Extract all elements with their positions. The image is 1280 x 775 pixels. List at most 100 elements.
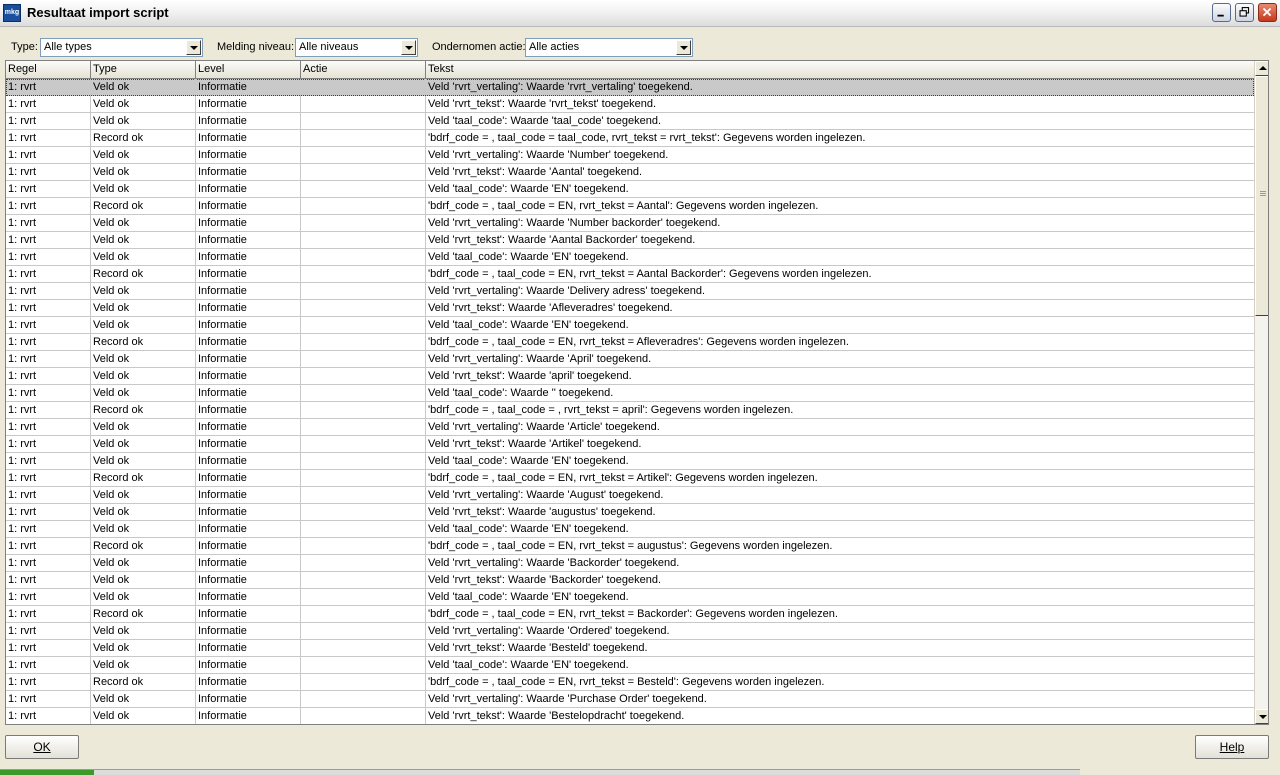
cell-regel: 1: rvrt — [6, 402, 91, 418]
actie-filter-select[interactable]: Alle acties — [525, 38, 693, 57]
cell-level: Informatie — [196, 368, 301, 384]
column-header-regel[interactable]: Regel — [6, 61, 91, 78]
cell-regel: 1: rvrt — [6, 606, 91, 622]
cell-tekst: Veld 'rvrt_vertaling': Waarde 'Number ba… — [428, 217, 721, 229]
cell-level: Informatie — [196, 385, 301, 401]
table-row[interactable]: 1: rvrt Record ok Informatie 'bdrf_code = ,… — [6, 674, 1254, 691]
table-row[interactable]: 1: rvrt Veld ok Informatie Veld 'rvrt_tekst… — [6, 164, 1254, 181]
ok-button[interactable]: OK — [5, 735, 79, 759]
cell-actie — [301, 385, 426, 401]
table-row[interactable]: 1: rvrt Veld ok Informatie Veld 'rvrt_tekst… — [6, 572, 1254, 589]
cell-actie — [301, 198, 426, 214]
type-filter-select[interactable]: Alle types — [40, 38, 203, 57]
cell-level: Informatie — [196, 555, 301, 571]
cell-regel: 1: rvrt — [6, 691, 91, 707]
cell-tekst: Veld 'taal_code': Waarde 'EN' toegekend. — [428, 183, 629, 195]
table-row[interactable]: 1: rvrt Veld ok Informatie Veld 'rvrt_verta… — [6, 283, 1254, 300]
chevron-down-icon[interactable] — [676, 40, 691, 55]
cell-regel: 1: rvrt — [6, 130, 91, 146]
cell-actie — [301, 334, 426, 350]
cell-type: Veld ok — [91, 385, 196, 401]
table-row[interactable]: 1: rvrt Veld ok Informatie Veld 'rvrt_verta… — [6, 147, 1254, 164]
chevron-down-icon[interactable] — [186, 40, 201, 55]
table-row[interactable]: 1: rvrt Veld ok Informatie Veld 'rvrt_tekst… — [6, 640, 1254, 657]
table-row[interactable]: 1: rvrt Veld ok Informatie Veld 'taal_code'… — [6, 181, 1254, 198]
restore-button[interactable] — [1235, 3, 1254, 22]
table-row[interactable]: 1: rvrt Record ok Informatie 'bdrf_code = ,… — [6, 470, 1254, 487]
start-button[interactable] — [0, 770, 94, 775]
table-row[interactable]: 1: rvrt Veld ok Informatie Veld 'rvrt_verta… — [6, 623, 1254, 640]
cell-type: Record ok — [91, 470, 196, 486]
vertical-scrollbar[interactable] — [1254, 61, 1268, 724]
table-row[interactable]: 1: rvrt Veld ok Informatie Veld 'rvrt_tekst… — [6, 232, 1254, 249]
cell-tekst: Veld 'rvrt_tekst': Waarde 'Aantal' toege… — [428, 166, 643, 178]
cell-type: Veld ok — [91, 283, 196, 299]
table-row[interactable]: 1: rvrt Record ok Informatie 'bdrf_code = ,… — [6, 266, 1254, 283]
table-row[interactable]: 1: rvrt Veld ok Informatie Veld 'rvrt_tekst… — [6, 96, 1254, 113]
table-row[interactable]: 1: rvrt Record ok Informatie 'bdrf_code = ,… — [6, 334, 1254, 351]
table-row[interactable]: 1: rvrt Veld ok Informatie Veld 'rvrt_tekst… — [6, 708, 1254, 724]
table-row[interactable]: 1: rvrt Veld ok Informatie Veld 'taal_code'… — [6, 453, 1254, 470]
cell-type: Veld ok — [91, 708, 196, 724]
table-row[interactable]: 1: rvrt Veld ok Informatie Veld 'rvrt_tekst… — [6, 300, 1254, 317]
column-header-actie[interactable]: Actie — [301, 61, 426, 78]
cell-actie — [301, 436, 426, 452]
cell-type: Veld ok — [91, 215, 196, 231]
cell-type: Veld ok — [91, 572, 196, 588]
chevron-down-icon[interactable] — [401, 40, 416, 55]
cell-actie — [301, 79, 426, 95]
column-header-type[interactable]: Type — [91, 61, 196, 78]
table-row[interactable]: 1: rvrt Veld ok Informatie Veld 'taal_code'… — [6, 385, 1254, 402]
table-row[interactable]: 1: rvrt Veld ok Informatie Veld 'rvrt_verta… — [6, 487, 1254, 504]
close-button[interactable] — [1258, 3, 1277, 22]
table-row[interactable]: 1: rvrt Record ok Informatie 'bdrf_code = ,… — [6, 538, 1254, 555]
column-header-tekst[interactable]: Tekst — [426, 61, 1254, 78]
cell-type: Veld ok — [91, 691, 196, 707]
table-row[interactable]: 1: rvrt Veld ok Informatie Veld 'taal_code'… — [6, 317, 1254, 334]
table-row[interactable]: 1: rvrt Veld ok Informatie Veld 'rvrt_tekst… — [6, 436, 1254, 453]
cell-regel: 1: rvrt — [6, 521, 91, 537]
cell-actie — [301, 402, 426, 418]
table-row[interactable]: 1: rvrt Veld ok Informatie Veld 'rvrt_tekst… — [6, 504, 1254, 521]
cell-type: Record ok — [91, 198, 196, 214]
cell-actie — [301, 589, 426, 605]
cell-type: Veld ok — [91, 589, 196, 605]
cell-level: Informatie — [196, 674, 301, 690]
cell-regel: 1: rvrt — [6, 640, 91, 656]
table-row[interactable]: 1: rvrt Record ok Informatie 'bdrf_code = ,… — [6, 130, 1254, 147]
table-row[interactable]: 1: rvrt Record ok Informatie 'bdrf_code = ,… — [6, 402, 1254, 419]
cell-actie — [301, 164, 426, 180]
melding-filter-value: Alle niveaus — [299, 41, 359, 53]
help-button[interactable]: Help — [1195, 735, 1269, 759]
table-row[interactable]: 1: rvrt Veld ok Informatie Veld 'rvrt_verta… — [6, 691, 1254, 708]
table-row[interactable]: 1: rvrt Veld ok Informatie Veld 'rvrt_verta… — [6, 351, 1254, 368]
table-row[interactable]: 1: rvrt Veld ok Informatie Veld 'taal_code'… — [6, 657, 1254, 674]
cell-tekst: Veld 'rvrt_tekst': Waarde 'rvrt_tekst' t… — [428, 98, 657, 110]
scroll-up-button[interactable] — [1255, 61, 1268, 76]
table-row[interactable]: 1: rvrt Veld ok Informatie Veld 'taal_code'… — [6, 249, 1254, 266]
results-grid[interactable]: Regel Type Level Actie Tekst 1: rvrt Veld… — [5, 60, 1269, 725]
table-row[interactable]: 1: rvrt Veld ok Informatie Veld 'rvrt_verta… — [6, 215, 1254, 232]
minimize-button[interactable] — [1212, 3, 1231, 22]
cell-type: Record ok — [91, 674, 196, 690]
scroll-down-button[interactable] — [1255, 709, 1268, 724]
table-row[interactable]: 1: rvrt Veld ok Informatie Veld 'taal_code'… — [6, 113, 1254, 130]
table-row[interactable]: 1: rvrt Veld ok Informatie Veld 'rvrt_tekst… — [6, 368, 1254, 385]
table-row[interactable]: 1: rvrt Veld ok Informatie Veld 'rvrt_verta… — [6, 79, 1254, 96]
table-row[interactable]: 1: rvrt Veld ok Informatie Veld 'rvrt_verta… — [6, 555, 1254, 572]
melding-filter-select[interactable]: Alle niveaus — [295, 38, 418, 57]
actie-filter-value: Alle acties — [529, 41, 580, 53]
cell-type: Veld ok — [91, 419, 196, 435]
table-row[interactable]: 1: rvrt Veld ok Informatie Veld 'taal_code'… — [6, 521, 1254, 538]
table-row[interactable]: 1: rvrt Record ok Informatie 'bdrf_code = ,… — [6, 606, 1254, 623]
cell-tekst: Veld 'rvrt_vertaling': Waarde 'Article' … — [428, 421, 660, 433]
table-row[interactable]: 1: rvrt Veld ok Informatie Veld 'rvrt_verta… — [6, 419, 1254, 436]
table-row[interactable]: 1: rvrt Veld ok Informatie Veld 'taal_code'… — [6, 589, 1254, 606]
column-header-level[interactable]: Level — [196, 61, 301, 78]
table-row[interactable]: 1: rvrt Record ok Informatie 'bdrf_code = ,… — [6, 198, 1254, 215]
cell-tekst: Veld 'taal_code': Waarde 'EN' toegekend. — [428, 455, 629, 467]
cell-tekst: Veld 'rvrt_vertaling': Waarde 'April' to… — [428, 353, 652, 365]
cell-regel: 1: rvrt — [6, 572, 91, 588]
cell-regel: 1: rvrt — [6, 589, 91, 605]
scrollbar-thumb[interactable] — [1255, 76, 1268, 316]
